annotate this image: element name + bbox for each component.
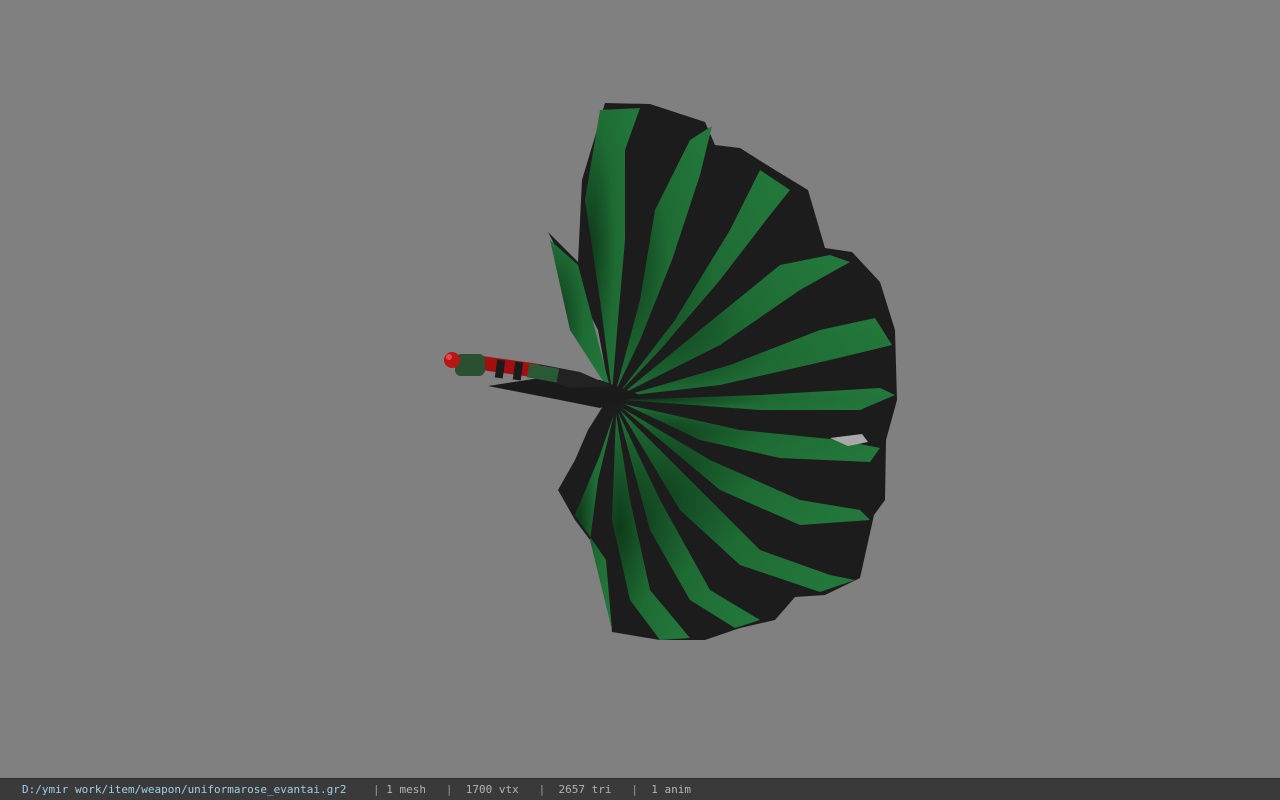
separator: | xyxy=(538,783,546,796)
fan-weapon-model xyxy=(444,103,897,640)
fan-handle xyxy=(444,352,559,383)
animation-count: 1 anim xyxy=(651,783,691,796)
vertex-count: 1700 vtx xyxy=(465,783,519,796)
status-bar: D:/ymir work/item/weapon/uniformarose_ev… xyxy=(0,778,1280,800)
file-path: D:/ymir work/item/weapon/uniformarose_ev… xyxy=(22,783,347,796)
separator: | xyxy=(631,783,638,796)
triangle-count: 2657 tri xyxy=(558,783,612,796)
mesh-count: 1 mesh xyxy=(386,783,427,796)
3d-viewport[interactable] xyxy=(0,0,1280,778)
separator: | xyxy=(445,783,453,796)
separator: | xyxy=(373,783,380,796)
